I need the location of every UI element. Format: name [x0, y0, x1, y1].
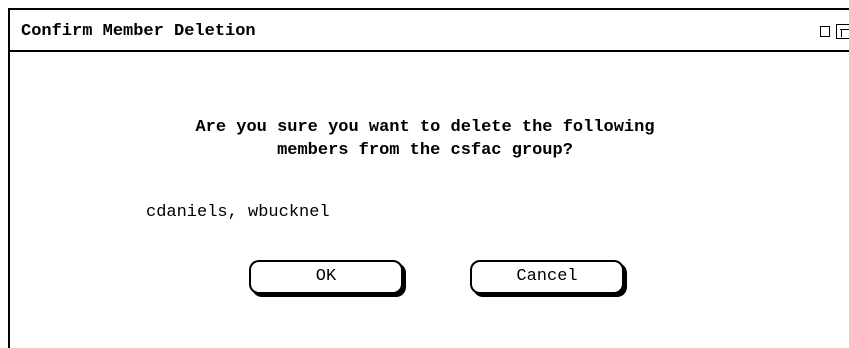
- question-line-2: members from the csfac group?: [277, 141, 573, 160]
- ok-button[interactable]: OK: [249, 260, 403, 294]
- maximize-box-icon[interactable]: [836, 24, 849, 39]
- dialog-window: Confirm Member Deletion Are you sure you…: [8, 8, 849, 348]
- title-bar[interactable]: Confirm Member Deletion: [10, 10, 849, 52]
- minimize-box-icon[interactable]: [820, 26, 830, 37]
- confirmation-question: Are you sure you want to delete the foll…: [10, 116, 840, 162]
- members-list: cdaniels, wbucknel: [146, 203, 330, 222]
- cancel-button[interactable]: Cancel: [470, 260, 624, 294]
- window-title: Confirm Member Deletion: [21, 22, 256, 41]
- question-line-1: Are you sure you want to delete the foll…: [195, 118, 655, 137]
